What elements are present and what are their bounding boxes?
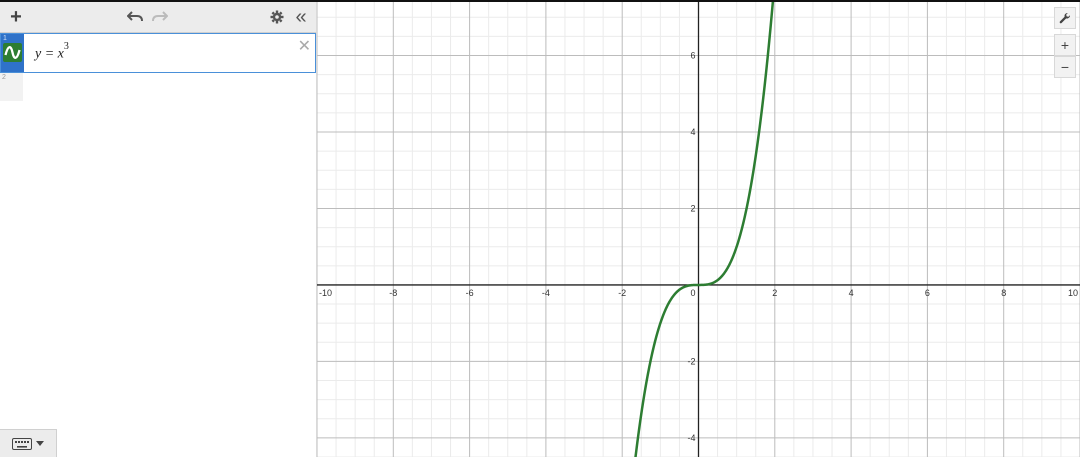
plus-icon: + (1060, 37, 1070, 53)
x-tick-label: -4 (542, 288, 550, 298)
empty-expression-tab[interactable]: 2 (0, 73, 23, 101)
y-tick-label: 4 (690, 127, 695, 137)
keyboard-toggle-button[interactable] (0, 429, 57, 457)
zoom-in-button[interactable]: + (1054, 34, 1076, 56)
graph-settings-button[interactable] (1054, 7, 1076, 29)
x-tick-label: 10 (1068, 288, 1078, 298)
x-tick-label: 6 (925, 288, 930, 298)
y-tick-label: 6 (690, 51, 695, 61)
undo-icon (127, 11, 143, 22)
plus-icon: + (10, 5, 22, 28)
double-chevron-left-icon: « (295, 5, 307, 28)
redo-icon (152, 11, 168, 22)
expression-index: 2 (2, 74, 6, 81)
x-tick-label: -6 (466, 288, 474, 298)
y-tick-label: 2 (690, 203, 695, 213)
expression-lhs: y = x (35, 46, 64, 62)
expression-toolbar: + « (0, 2, 316, 33)
x-tick-label: 4 (849, 288, 854, 298)
gear-icon (270, 10, 284, 24)
undo-button[interactable] (126, 7, 144, 27)
graph-canvas[interactable]: -10 -8 -6 -4 -2 2 4 6 8 10 6 4 2 -2 -4 0 + − (316, 0, 1080, 462)
expression-index: 1 (3, 35, 7, 42)
expression-row[interactable]: 1 y = x3 ✕ (0, 33, 316, 73)
settings-button[interactable] (268, 7, 286, 27)
y-tick-label: -2 (687, 356, 695, 366)
expression-panel: + « 1 y = x3 ✕ 2 (0, 2, 317, 457)
x-tick-label: -8 (389, 288, 397, 298)
redo-button[interactable] (151, 7, 169, 27)
curve-y-equals-x-cubed[interactable] (633, 0, 775, 462)
keyboard-icon (12, 437, 32, 450)
x-tick-label: 8 (1001, 288, 1006, 298)
graph-svg[interactable]: -10 -8 -6 -4 -2 2 4 6 8 10 6 4 2 -2 -4 0 (316, 0, 1080, 462)
zoom-out-button[interactable]: − (1054, 56, 1076, 78)
origin-label: 0 (690, 288, 695, 298)
expression-input[interactable]: y = x3 (35, 41, 69, 63)
caret-down-icon (36, 441, 44, 446)
expression-exponent: 3 (63, 41, 69, 52)
wrench-icon (1059, 12, 1071, 24)
x-tick-label: -2 (618, 288, 626, 298)
x-tick-label: -10 (319, 288, 332, 298)
expression-color-tab[interactable]: 1 (1, 34, 24, 72)
graph-style-icon (3, 43, 22, 62)
close-icon: ✕ (297, 38, 311, 55)
minus-icon: − (1060, 59, 1070, 75)
y-tick-label: -4 (687, 433, 695, 443)
collapse-panel-button[interactable]: « (292, 5, 310, 28)
x-tick-label: 2 (772, 288, 777, 298)
add-expression-button[interactable]: + (8, 5, 24, 28)
delete-expression-button[interactable]: ✕ (298, 36, 311, 56)
